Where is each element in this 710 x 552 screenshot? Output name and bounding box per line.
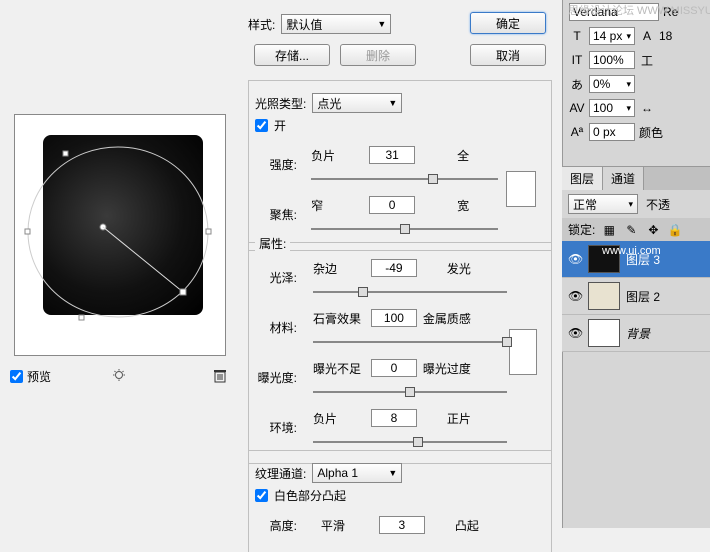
height-input[interactable]: [379, 516, 425, 534]
layers-options: 正常▾ 不透: [562, 190, 710, 218]
watermark-text: 思缘设计论坛 WWW.MISSYUAN.COM: [568, 2, 710, 18]
texture-groupbox: 纹理通道: Alpha 1 ▼ 白色部分凸起 高度: 平滑 凸起: [248, 450, 552, 552]
preview-inner: [43, 135, 203, 315]
trash-icon[interactable]: [212, 368, 228, 384]
lock-label: 锁定:: [568, 221, 595, 238]
ambient-input[interactable]: [371, 409, 417, 427]
dropdown-arrow-icon: ▼: [388, 98, 397, 108]
kerning-icon: ↔: [639, 100, 655, 116]
white-high-label: 白色部分凸起: [274, 487, 346, 504]
preview-footer: 预览: [10, 366, 228, 386]
light-type-label: 光照类型:: [255, 95, 306, 112]
layer-thumb: [588, 282, 620, 310]
intensity-input[interactable]: [369, 146, 415, 164]
exposure-slider[interactable]: [313, 383, 507, 401]
scale-h-icon: IT: [569, 52, 585, 68]
blend-mode-dropdown[interactable]: 正常▾: [568, 194, 638, 214]
leading-value: 18: [659, 29, 672, 43]
lock-move-icon[interactable]: ✥: [645, 222, 661, 238]
focus-slider[interactable]: [311, 220, 498, 238]
intensity-label: 强度:: [257, 156, 301, 173]
baseline-input[interactable]: 0 px: [589, 123, 635, 141]
style-row: 样式: 默认值 ▼: [248, 14, 391, 34]
light-type-dropdown[interactable]: 点光 ▼: [312, 93, 402, 113]
cancel-button[interactable]: 取消: [470, 44, 546, 66]
tracking-input[interactable]: 100▾: [589, 99, 635, 117]
save-button[interactable]: 存储...: [254, 44, 330, 66]
lock-all-icon[interactable]: 🔒: [667, 222, 683, 238]
light-ellipse[interactable]: [23, 137, 213, 327]
gloss-label: 光泽:: [257, 269, 301, 286]
scale-h-input[interactable]: 100%: [589, 51, 635, 69]
visibility-icon[interactable]: 👁: [568, 252, 582, 266]
delete-button[interactable]: 删除: [340, 44, 416, 66]
leading-icon: A: [639, 28, 655, 44]
ambient-label: 环境:: [257, 419, 301, 436]
material-label: 材料:: [257, 319, 301, 336]
visibility-icon[interactable]: 👁: [568, 326, 582, 340]
tsume-icon: あ: [569, 76, 585, 92]
light-on-label: 开: [274, 117, 286, 134]
focus-label: 聚焦:: [257, 206, 301, 223]
layers-panel: 图层 通道 正常▾ 不透 锁定: ▦ ✎ ✥ 🔒 👁 www.ui.com图层 …: [562, 166, 710, 352]
layer-item-3[interactable]: 👁 背景: [562, 315, 710, 352]
preview-label-text: 预览: [27, 368, 51, 385]
layer-label: 图层 2: [626, 288, 660, 305]
material-slider[interactable]: [313, 333, 507, 351]
lock-row: 锁定: ▦ ✎ ✥ 🔒: [562, 218, 710, 241]
style-value: 默认值: [286, 16, 322, 33]
light-color-swatch[interactable]: [506, 171, 536, 207]
intensity-slider-row: 负片 全: [311, 146, 498, 164]
ambient-slider[interactable]: [313, 433, 507, 451]
layers-tabs: 图层 通道: [562, 167, 710, 190]
tab-layers[interactable]: 图层: [562, 167, 603, 190]
ok-button[interactable]: 确定: [470, 12, 546, 34]
gloss-input[interactable]: [371, 259, 417, 277]
exposure-input[interactable]: [371, 359, 417, 377]
tracking-icon: AV: [569, 100, 585, 116]
properties-title: 属性:: [255, 235, 290, 252]
intensity-slider[interactable]: [311, 170, 498, 188]
tab-channels[interactable]: 通道: [603, 167, 644, 190]
baseline-icon: Aª: [569, 124, 585, 140]
dropdown-arrow-icon: ▼: [377, 19, 386, 29]
layer-label: 背景: [626, 325, 650, 342]
layer-item-2[interactable]: 👁 图层 2: [562, 278, 710, 315]
properties-groupbox: 属性: 光泽: 杂边 发光 材料: 石膏效果 金属质感: [248, 242, 552, 464]
opacity-label: 不透: [646, 196, 670, 213]
color-label: 颜色: [639, 124, 663, 141]
lightbulb-icon[interactable]: [111, 368, 127, 384]
focus-input[interactable]: [369, 196, 415, 214]
style-label: 样式:: [248, 16, 275, 33]
preview-checkbox-label[interactable]: 预览: [10, 368, 51, 385]
material-input[interactable]: [371, 309, 417, 327]
layer-item-1[interactable]: 👁 www.ui.com图层 3: [562, 241, 710, 278]
scale-v-icon: 工: [639, 52, 655, 68]
visibility-icon[interactable]: 👁: [568, 289, 582, 303]
style-dropdown[interactable]: 默认值 ▼: [281, 14, 391, 34]
top-buttons: 确定 取消: [470, 12, 546, 66]
dropdown-arrow-icon: ▼: [388, 468, 397, 478]
height-label: 高度:: [257, 517, 301, 534]
light-groupbox: 光照类型: 点光 ▼ 开 强度: 负片 全: [248, 80, 552, 251]
lock-transparent-icon[interactable]: ▦: [601, 222, 617, 238]
lock-brush-icon[interactable]: ✎: [623, 222, 639, 238]
dialog-main: 样式: 默认值 ▼ 确定 取消 存储... 删除 光照类型: 点光 ▼ 开 强度…: [238, 0, 562, 528]
layer-thumb: [588, 319, 620, 347]
gloss-slider[interactable]: [313, 283, 507, 301]
tsume-input[interactable]: 0%▾: [589, 75, 635, 93]
exposure-label: 曝光度:: [257, 369, 301, 386]
texture-channel-dropdown[interactable]: Alpha 1 ▼: [312, 463, 402, 483]
white-high-checkbox[interactable]: [255, 489, 268, 502]
font-size-input[interactable]: 14 px▾: [589, 27, 635, 45]
focus-slider-row: 窄 宽: [311, 196, 498, 214]
texture-channel-label: 纹理通道:: [255, 465, 306, 482]
save-delete-row: 存储... 删除: [254, 44, 416, 66]
font-size-icon: T: [569, 28, 585, 44]
ambient-color-swatch[interactable]: [509, 329, 537, 375]
preview-area: [14, 114, 226, 356]
light-on-checkbox[interactable]: [255, 119, 268, 132]
preview-checkbox[interactable]: [10, 370, 23, 383]
